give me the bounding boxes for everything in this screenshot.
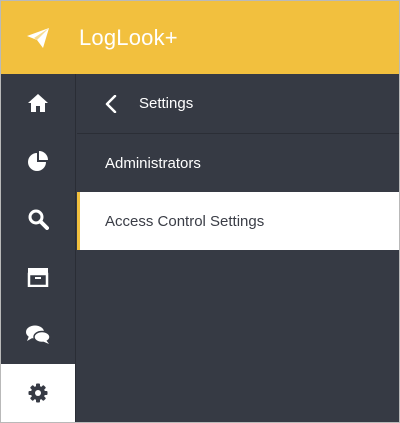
chat-icon <box>25 324 51 346</box>
rail-item-settings[interactable] <box>1 364 75 422</box>
search-icon <box>27 208 49 230</box>
menu-item-administrators[interactable]: Administrators <box>77 134 399 192</box>
menu-item-access-control-settings[interactable]: Access Control Settings <box>77 192 399 250</box>
icon-rail <box>1 74 76 422</box>
rail-item-search[interactable] <box>1 190 75 248</box>
back-chevron-icon[interactable] <box>99 92 123 116</box>
app-header: LogLook+ <box>1 1 399 74</box>
app-window: LogLook+ Settings Administrators Access … <box>0 0 400 423</box>
gear-icon <box>28 383 48 403</box>
rail-item-messages[interactable] <box>1 306 75 364</box>
panel-title: Settings <box>139 95 194 112</box>
home-icon <box>27 93 49 113</box>
rail-item-home[interactable] <box>1 74 75 132</box>
rail-item-archive[interactable] <box>1 248 75 306</box>
panel-header: Settings <box>77 74 399 134</box>
pie-chart-icon <box>27 150 49 172</box>
rail-item-reports[interactable] <box>1 132 75 190</box>
settings-panel: Settings Administrators Access Control S… <box>77 74 399 422</box>
paper-plane-icon <box>25 26 51 50</box>
app-title: LogLook+ <box>79 24 178 50</box>
archive-icon <box>27 267 49 287</box>
